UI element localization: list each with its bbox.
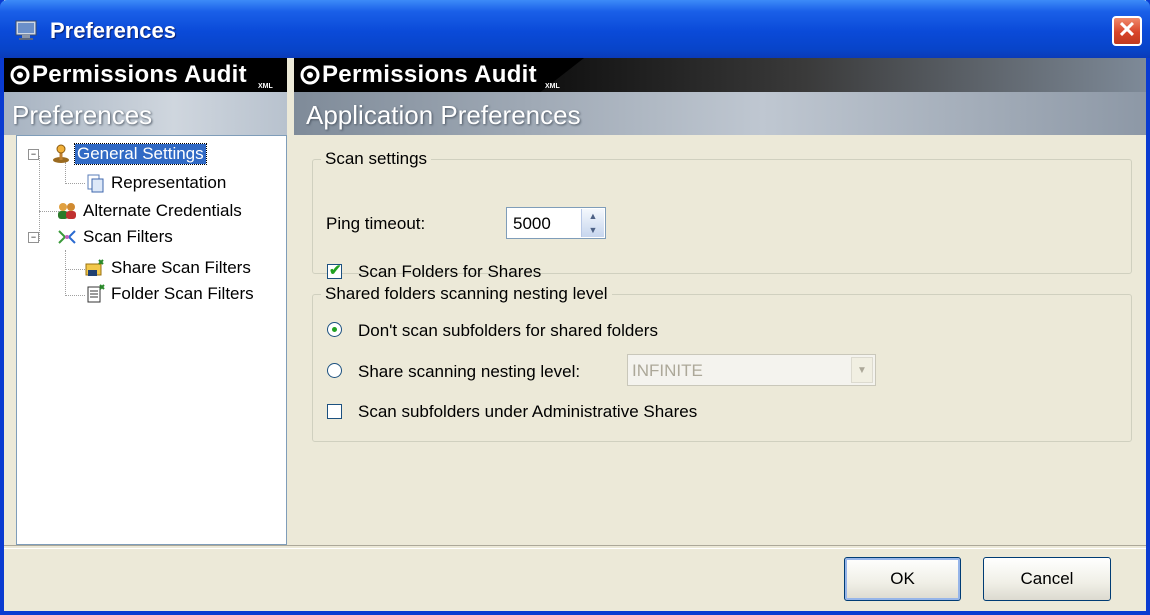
ping-timeout-value: 5000 xyxy=(513,214,551,233)
tree-item-label: General Settings xyxy=(74,143,207,165)
ping-timeout-spinner[interactable]: 5000 ▲ ▼ xyxy=(506,207,606,239)
nesting-level-select[interactable]: INFINITE ▼ xyxy=(627,354,876,386)
left-panel-title: Preferences xyxy=(12,100,153,130)
nesting-level-legend: Shared folders scanning nesting level xyxy=(321,284,612,304)
spin-up-icon[interactable]: ▲ xyxy=(582,209,604,223)
tree-item-label: Representation xyxy=(111,173,227,192)
right-panel-title: Application Preferences xyxy=(306,100,581,130)
tree-item-label: Folder Scan Filters xyxy=(111,284,254,303)
brand-suffix: XML xyxy=(258,83,273,90)
preferences-window: Preferences ✕ Permissions Audit XML Perm… xyxy=(0,0,1150,615)
scan-folders-label[interactable]: Scan Folders for Shares xyxy=(358,262,541,282)
ping-timeout-label: Ping timeout: xyxy=(326,214,426,233)
tree-line xyxy=(39,156,40,241)
left-panel-header: Preferences xyxy=(4,92,287,135)
brand-name: Permissions Audit xyxy=(322,61,537,88)
panel-divider[interactable] xyxy=(287,58,294,545)
scan-settings-legend: Scan settings xyxy=(321,149,432,169)
tree-line xyxy=(39,211,59,212)
expander-general-settings[interactable]: − xyxy=(28,149,39,160)
footer-separator xyxy=(4,545,1146,549)
scan-settings-group: Scan settings Ping timeout: 5000 ▲ ▼ ✔ S… xyxy=(312,149,1132,281)
nesting-level-value: INFINITE xyxy=(632,361,703,380)
admin-shares-label[interactable]: Scan subfolders under Administrative Sha… xyxy=(358,402,697,422)
window-title: Preferences xyxy=(50,18,176,43)
tree-item-label: Scan Filters xyxy=(83,227,173,246)
close-button[interactable]: ✕ xyxy=(1112,16,1142,46)
tree-item-label: Share Scan Filters xyxy=(111,258,251,277)
brand-suffix: XML xyxy=(545,83,560,90)
tree-line xyxy=(65,295,85,296)
no-subfolder-scan-label[interactable]: Don't scan subfolders for shared folders xyxy=(358,321,658,341)
document-icon xyxy=(87,174,104,193)
spinner-buttons: ▲ ▼ xyxy=(581,209,604,237)
brand-name: Permissions Audit xyxy=(32,61,247,88)
dropdown-arrow-icon[interactable]: ▼ xyxy=(851,357,873,383)
spin-down-icon[interactable]: ▼ xyxy=(582,223,604,237)
brand-banner-right: Permissions Audit XML xyxy=(294,58,1146,92)
share-filter-icon xyxy=(85,259,104,276)
tree-item-label: Alternate Credentials xyxy=(83,201,242,220)
right-panel-header: Application Preferences xyxy=(294,92,1146,135)
filter-icon xyxy=(58,230,76,244)
expander-scan-filters[interactable]: − xyxy=(28,232,39,243)
joystick-icon xyxy=(53,144,69,163)
brand-banner-left: Permissions Audit XML xyxy=(4,58,287,92)
nesting-level-group: Shared folders scanning nesting level Do… xyxy=(312,284,1132,442)
brand-logo-icon xyxy=(300,65,320,85)
preferences-tree[interactable]: − − General Settings Representation Alte… xyxy=(16,135,287,545)
tree-item-folder-scan-filters[interactable]: Folder Scan Filters xyxy=(85,282,256,306)
tree-item-share-scan-filters[interactable]: Share Scan Filters xyxy=(85,256,253,280)
check-icon: ✔ xyxy=(329,262,342,279)
brand-logo-icon xyxy=(10,65,30,85)
tree-item-alternate-credentials[interactable]: Alternate Credentials xyxy=(57,199,244,223)
tree-line xyxy=(65,250,66,296)
folder-filter-icon xyxy=(87,284,105,303)
tree-item-scan-filters[interactable]: Scan Filters xyxy=(57,225,175,249)
scan-folders-checkbox[interactable]: ✔ xyxy=(327,262,342,279)
ok-button[interactable]: OK xyxy=(844,557,961,601)
tree-item-general-settings[interactable]: General Settings xyxy=(51,142,207,166)
nesting-level-label[interactable]: Share scanning nesting level: xyxy=(358,362,580,382)
nesting-level-radio[interactable] xyxy=(327,363,342,378)
preferences-content: Scan settings Ping timeout: 5000 ▲ ▼ ✔ S… xyxy=(294,135,1146,545)
tree-line xyxy=(65,269,85,270)
radio-selected-icon xyxy=(332,327,337,332)
tree-line xyxy=(65,183,85,184)
admin-shares-checkbox[interactable] xyxy=(327,404,342,419)
title-bar[interactable]: Preferences ✕ xyxy=(0,0,1150,58)
cancel-button[interactable]: Cancel xyxy=(983,557,1111,601)
users-icon xyxy=(58,203,76,219)
no-subfolder-scan-radio[interactable] xyxy=(327,322,342,337)
tree-item-representation[interactable]: Representation xyxy=(85,171,228,195)
app-icon xyxy=(15,20,37,40)
